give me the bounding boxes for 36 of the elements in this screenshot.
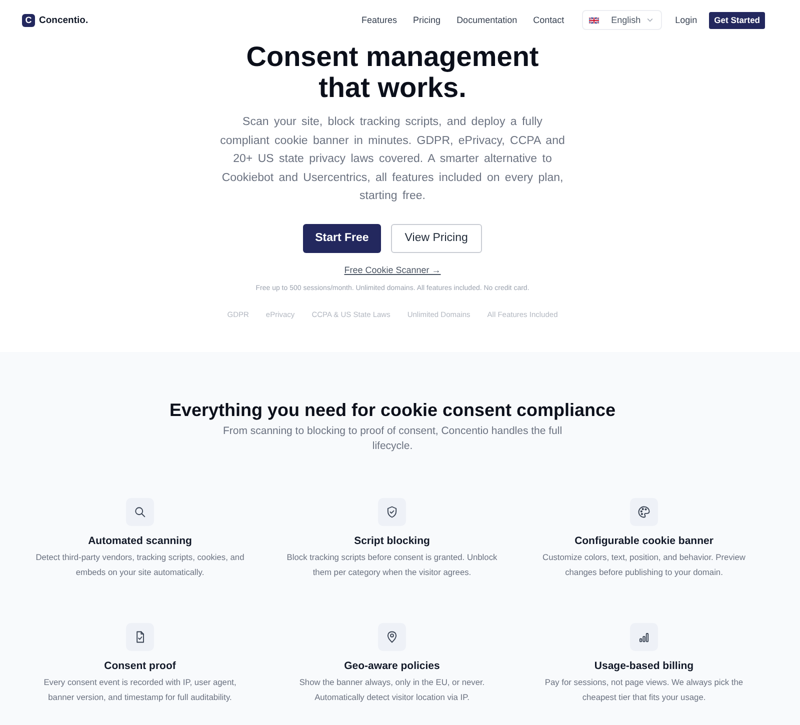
scanner-link[interactable]: Free Cookie Scanner → xyxy=(344,264,441,275)
feature-title: Geo-aware policies xyxy=(344,659,440,673)
brand-name[interactable]: Concentio. xyxy=(39,14,88,26)
start-free-button[interactable]: Start Free xyxy=(303,224,381,253)
feature-description: Pay for sessions, not page views. We always pick the cheapest tier that fits your usage. xyxy=(544,676,744,704)
chevron-down-icon xyxy=(647,18,654,22)
section-subtitle: From scanning to blocking to proof of consent, Concentio handles the full lifecycle. xyxy=(222,424,564,454)
feature-description: Detect third-party vendors, tracking scripts, cookies, and embeds on your site automatically. xyxy=(34,551,246,579)
feature-title: Configurable cookie banner xyxy=(574,534,714,548)
login-link[interactable]: Login xyxy=(675,15,698,25)
feature-title: Usage-based billing xyxy=(594,659,694,673)
nav-link[interactable]: Pricing xyxy=(413,15,441,25)
flag-icon xyxy=(589,16,600,24)
palette-icon xyxy=(630,498,658,526)
language-select[interactable]: English xyxy=(582,10,662,30)
feature-description: Every consent event is recorded with IP, user agent, banner version, and timestamp for full auditability. xyxy=(42,676,238,704)
hero-description: Scan your site, block tracking scripts, and deploy a fully compliant cookie banner in minutes. GDPR, ePrivacy, CCPA and 20+ US state privacy laws covered. A smarter alternative to Cookiebot and Usercentrics, all features included on every plan, starting free. xyxy=(219,115,566,204)
logo-mark[interactable]: C xyxy=(22,14,35,26)
nav-link[interactable]: Features xyxy=(362,15,398,25)
nav-link[interactable]: Documentation xyxy=(456,15,518,25)
shield-check-icon xyxy=(378,498,406,526)
feature-title: Script blocking xyxy=(354,534,430,548)
view-pricing-button[interactable]: View Pricing xyxy=(390,224,482,253)
map-pin-icon xyxy=(378,623,406,651)
feature-description: Customize colors, text, position, and behavior. Preview changes before publishing to your domain. xyxy=(542,551,746,579)
search-icon xyxy=(126,498,154,526)
feature-title: Consent proof xyxy=(104,659,176,673)
section-title: Everything you need for cookie consent compliance xyxy=(168,399,617,421)
feature-description: Block tracking scripts before consent is granted. Unblock them per category when the visitor agrees. xyxy=(286,551,498,579)
get-started-button[interactable]: Get Started xyxy=(709,12,765,28)
feature-description: Show the banner always, only in the EU, or never. Automatically detect visitor location via IP. xyxy=(298,676,486,704)
bar-chart-icon xyxy=(630,623,658,651)
nav-link[interactable]: Contact xyxy=(533,15,564,25)
feature-title: Automated scanning xyxy=(88,534,192,548)
document-check-icon xyxy=(126,623,154,651)
hero-title: Consent management that works. xyxy=(245,41,540,103)
